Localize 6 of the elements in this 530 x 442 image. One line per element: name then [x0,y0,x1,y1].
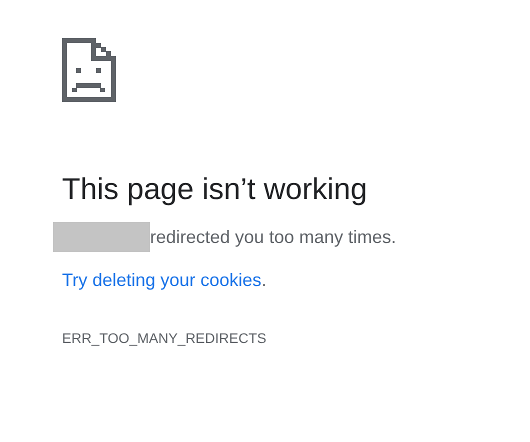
error-message: redirected you too many times. [150,226,396,249]
cookies-link[interactable]: Try deleting your cookies [62,268,262,292]
error-code: ERR_TOO_MANY_REDIRECTS [62,329,268,348]
error-title: This page isn’t working [62,172,368,208]
link-period: . [261,269,266,292]
sad-document-icon [62,38,116,102]
